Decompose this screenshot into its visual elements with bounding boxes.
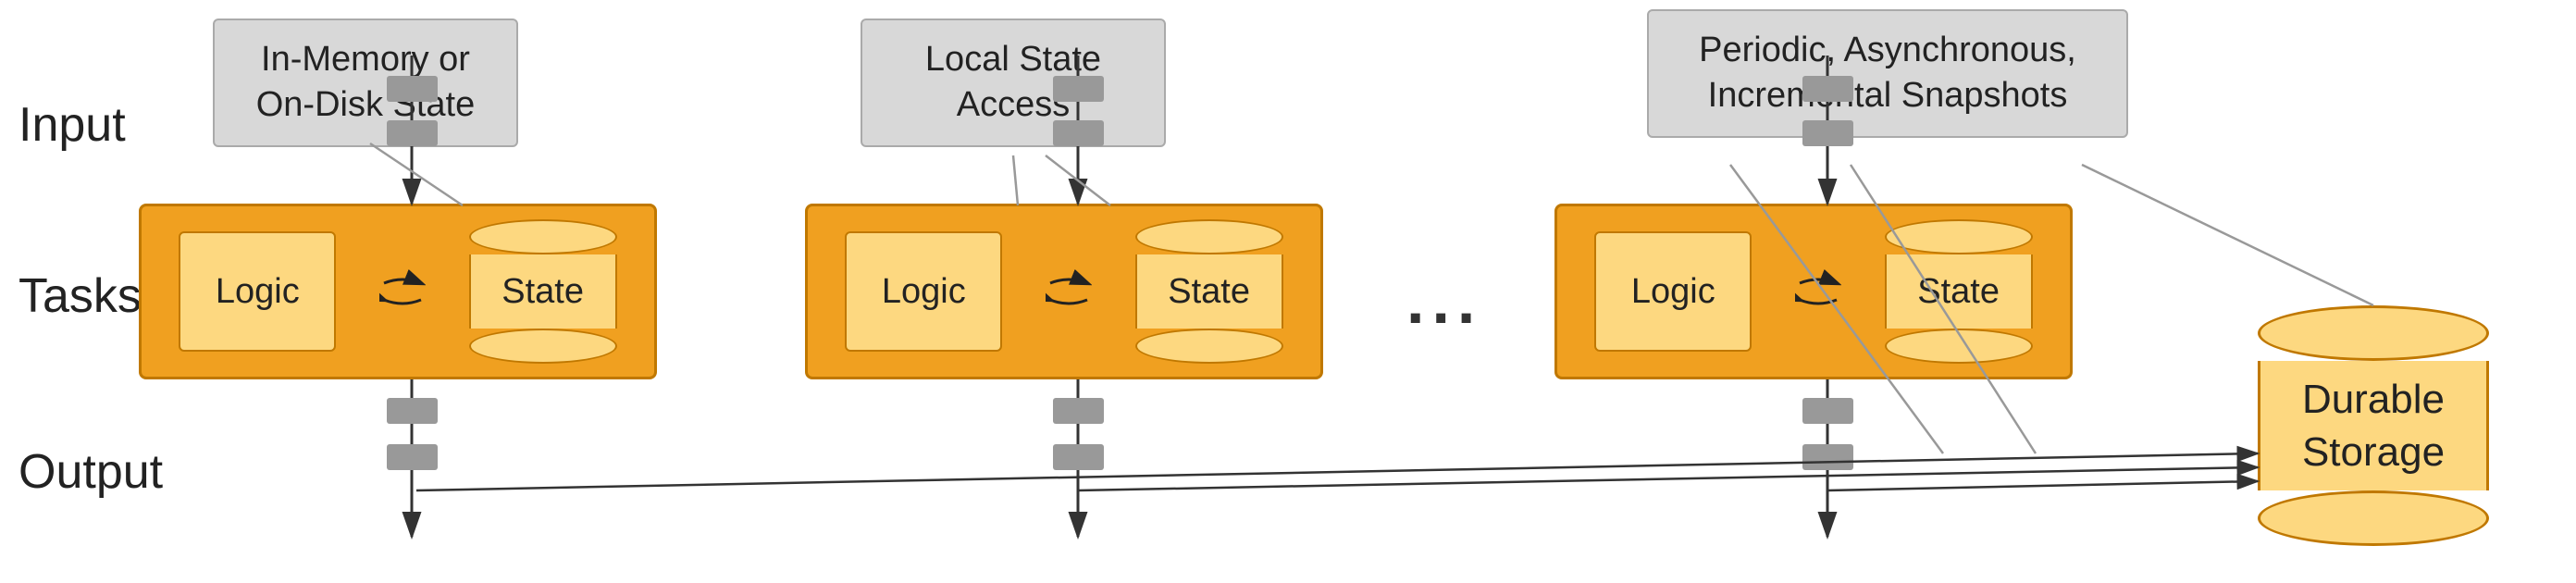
ellipsis: ... — [1406, 264, 1482, 338]
logic-box-3: Logic — [1594, 231, 1752, 352]
arrows-2 — [1046, 268, 1092, 315]
state-label-2: State — [1135, 254, 1283, 329]
state-cyl-2: State — [1135, 219, 1283, 364]
arrows-3 — [1795, 268, 1841, 315]
callout-snapshots: Periodic, Asynchronous, Incremental Snap… — [1647, 9, 2128, 138]
callout-local-state: Local State Access — [861, 19, 1166, 147]
arrows-1 — [379, 268, 426, 315]
output-label: Output — [19, 444, 163, 500]
task-box-1: Logic State — [139, 204, 657, 379]
callout-in-memory: In-Memory or On-Disk State — [213, 19, 518, 147]
input-label: Input — [19, 97, 126, 153]
tasks-label: Tasks — [19, 268, 142, 324]
logic-box-1: Logic — [179, 231, 336, 352]
diagram: Input Tasks Output In-Memory or On-Disk … — [0, 0, 2576, 583]
state-label-1: State — [469, 254, 617, 329]
durable-storage: Durable Storage — [2258, 305, 2489, 546]
task-box-2: Logic State — [805, 204, 1323, 379]
state-label-3: State — [1885, 254, 2033, 329]
state-cyl-1: State — [469, 219, 617, 364]
state-cyl-3: State — [1885, 219, 2033, 364]
task-box-3: Logic State — [1554, 204, 2073, 379]
logic-box-2: Logic — [845, 231, 1002, 352]
